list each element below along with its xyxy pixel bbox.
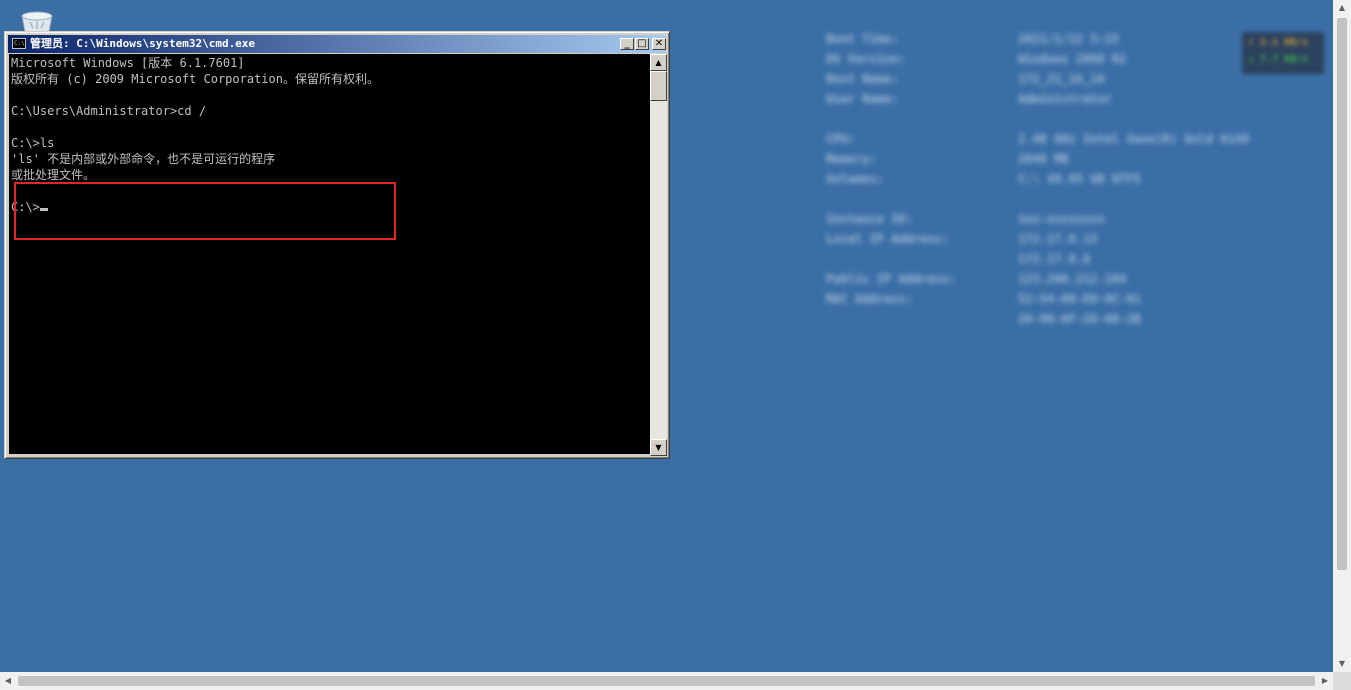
bginfo-label: Memory: (826, 152, 877, 166)
bginfo-label: Volumes: (826, 172, 884, 186)
console-line: C:\>ls (11, 136, 55, 150)
bginfo-value: 172_21_16_16 (1018, 72, 1105, 86)
bginfo-value: 172.17.0.6 (1018, 252, 1091, 266)
scroll-thumb[interactable] (650, 71, 667, 101)
maximize-button[interactable]: □ (635, 38, 649, 50)
download-speed: ↓ 7.7 KB/s (1248, 54, 1309, 65)
recycle-bin-icon[interactable] (18, 6, 56, 32)
console-text: Microsoft Windows [版本 6.1.7601] 版权所有 (c)… (9, 54, 650, 215)
bginfo-value: 2021/1/12 5:15 (1018, 32, 1120, 46)
scroll-left-arrow-icon[interactable]: ◀ (2, 675, 14, 687)
bginfo-label: Instance ID: (826, 212, 913, 226)
scrollbar-corner (1333, 672, 1351, 690)
bginfo-value: Administrator (1018, 92, 1112, 106)
scroll-down-arrow-icon[interactable]: ▼ (650, 439, 667, 456)
window-title: 管理员: C:\Windows\system32\cmd.exe (30, 37, 256, 50)
cmd-icon: C:\ (12, 38, 26, 49)
console-line: 或批处理文件。 (11, 168, 96, 182)
bginfo-label: CPU: (826, 132, 855, 146)
console-line: 版权所有 (c) 2009 Microsoft Corporation。保留所有… (11, 72, 379, 86)
bginfo-label: OS Version: (826, 52, 906, 66)
scroll-right-arrow-icon[interactable]: ▶ (1319, 675, 1331, 687)
upload-speed: ↑ 2.1 KB/s (1248, 37, 1309, 48)
console-scrollbar[interactable]: ▲ ▼ (650, 54, 667, 456)
console-line: 'ls' 不是内部或外部命令，也不是可运行的程序 (11, 152, 276, 166)
bginfo-value: 52-54-00-E0-9C-91 (1018, 292, 1141, 306)
bginfo-label: Local IP Address: (826, 232, 949, 246)
bginfo-value: 2048 MB (1018, 152, 1069, 166)
console-line: C:\Users\Administrator>cd / (11, 104, 207, 118)
scroll-up-arrow-icon[interactable]: ▲ (1336, 2, 1348, 14)
text-cursor (39, 208, 48, 211)
page-vertical-scrollbar[interactable]: ▲ ▼ (1333, 0, 1351, 672)
bginfo-value: 2.40 GHz Intel Xeon(R) Gold 6148 (1018, 132, 1250, 146)
horizontal-scroll-thumb[interactable] (18, 676, 1315, 686)
bginfo-value: Windows 2008 R2 (1018, 52, 1127, 66)
minimize-button[interactable]: _ (620, 38, 634, 50)
bginfo-value: 123.206.212.104 (1018, 272, 1127, 286)
vertical-scroll-thumb[interactable] (1337, 18, 1347, 570)
bginfo-value: 20-90-6F-28-68-2B (1018, 312, 1141, 326)
console-output[interactable]: Microsoft Windows [版本 6.1.7601] 版权所有 (c)… (9, 54, 650, 454)
bginfo-value: C:\ 49.95 GB NTFS (1018, 172, 1141, 186)
close-button[interactable]: ✕ (652, 38, 666, 50)
desktop: C:\ 管理员: C:\Windows\system32\cmd.exe _ □… (0, 0, 1333, 672)
bginfo-label: Host Name: (826, 72, 899, 86)
bginfo-label: Public IP Address: (826, 272, 957, 286)
bginfo-value: 172.17.0.13 (1018, 232, 1098, 246)
title-bar[interactable]: C:\ 管理员: C:\Windows\system32\cmd.exe _ □… (8, 35, 666, 53)
console-prompt: C:\> (11, 200, 40, 214)
network-meter-widget[interactable]: ↑ 2.1 KB/s ↓ 7.7 KB/s (1242, 32, 1324, 74)
cmd-window[interactable]: C:\ 管理员: C:\Windows\system32\cmd.exe _ □… (4, 31, 670, 459)
bginfo-label: MAC Address: (826, 292, 913, 306)
bginfo-value: ins-xxxxxxxx (1018, 212, 1105, 226)
scroll-up-arrow-icon[interactable]: ▲ (650, 54, 667, 71)
bginfo-label: Boot Time: (826, 32, 899, 46)
console-line: Microsoft Windows [版本 6.1.7601] (11, 56, 245, 70)
page-horizontal-scrollbar[interactable]: ◀ ▶ (0, 672, 1333, 690)
bginfo-label: User Name: (826, 92, 899, 106)
scroll-down-arrow-icon[interactable]: ▼ (1336, 658, 1348, 670)
